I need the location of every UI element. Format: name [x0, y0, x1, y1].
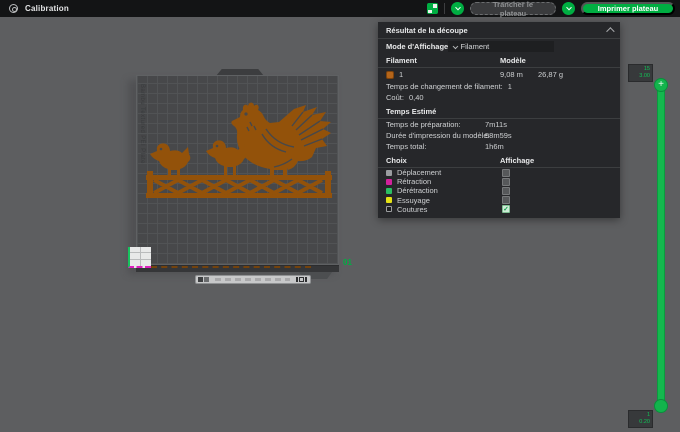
slice-plate-button[interactable]: Trancher le plateau: [470, 2, 556, 15]
prep-time-label: Temps de préparation:: [386, 120, 461, 129]
choice-label: Rétraction: [397, 177, 431, 186]
chevron-down-icon: [453, 43, 458, 48]
filament-weight: 26,87 g: [538, 70, 563, 79]
panel-title: Résultat de la découpe: [386, 26, 468, 35]
retraction-color-swatch: [386, 179, 392, 185]
move-slider-icon: [204, 277, 209, 282]
top-layer-height: 3.00: [631, 73, 650, 80]
layer-slider-bottom-handle[interactable]: [654, 399, 668, 413]
move-slider[interactable]: [195, 275, 311, 284]
choice-row-coutures: Coutures ✓: [378, 205, 620, 214]
top-layer-number: 15: [631, 66, 650, 73]
choice-label: Coutures: [397, 205, 427, 214]
choice-label: Essuyage: [397, 196, 430, 205]
chevron-down-icon: [566, 4, 572, 10]
display-mode-value: Filament: [461, 42, 490, 51]
filament-id: 1: [399, 70, 403, 79]
seams-color-swatch: [386, 206, 392, 212]
model-column-header: Modèle: [500, 56, 526, 65]
total-time-value: 1h6m: [485, 142, 504, 151]
choice-row-essuyage: Essuyage: [378, 196, 620, 205]
move-slider-glyph-icon: [305, 277, 307, 282]
model-print-time-value: 58m59s: [485, 131, 512, 140]
choices-column-header: Choix: [386, 156, 407, 165]
cost-label: Coût:: [386, 93, 404, 102]
deretraction-color-swatch: [386, 188, 392, 194]
total-time-label: Temps total:: [386, 142, 426, 151]
tab-calibration[interactable]: Calibration: [0, 4, 69, 13]
print-plate-button[interactable]: Imprimer plateau: [581, 2, 675, 15]
model-hen-family[interactable]: [146, 100, 332, 200]
plate-number-label: 01: [343, 258, 352, 267]
print-options-dropdown[interactable]: [562, 2, 575, 15]
page-title: Calibration: [25, 4, 69, 13]
display-column-header: Affichage: [500, 156, 534, 165]
slice-result-panel: Résultat de la découpe Mode d'Affichage …: [378, 22, 620, 218]
move-slider-box-icon: [299, 277, 304, 282]
prime-tower: [128, 247, 151, 268]
move-slider-text: [215, 278, 290, 281]
slice-options-dropdown[interactable]: [451, 2, 464, 15]
collapse-panel-icon[interactable]: [606, 27, 614, 35]
bottom-layer-height: 0.20: [631, 419, 650, 426]
time-row: Temps de préparation: 7m11s: [378, 119, 620, 130]
wipe-checkbox[interactable]: [502, 196, 510, 204]
purge-line: [151, 266, 311, 268]
bottom-layer-number: 1: [631, 412, 650, 419]
move-slider-glyph-icon: [296, 277, 298, 282]
calibration-icon: [9, 4, 18, 13]
toolbar-divider: [444, 3, 445, 14]
filament-changes-value: 1: [508, 82, 512, 91]
time-row: Temps total: 1h6m: [378, 141, 620, 152]
deretraction-checkbox[interactable]: [502, 187, 510, 195]
choice-label: Déplacement: [397, 168, 441, 177]
layer-slider-track[interactable]: [657, 85, 665, 407]
layer-slider-bottom-label: 1 0.20: [628, 410, 653, 428]
move-slider-grid-icon: [198, 277, 203, 282]
plate-selector-icon[interactable]: [427, 3, 438, 14]
choice-row-retraction: Rétraction: [378, 177, 620, 186]
seams-checkbox[interactable]: ✓: [502, 205, 510, 213]
plate-surface-label: Bambu Textured PEI Plate: [139, 84, 145, 164]
travel-checkbox[interactable]: [502, 169, 510, 177]
filament-color-swatch: [386, 71, 394, 79]
display-mode-label: Mode d'Affichage: [386, 42, 448, 51]
travel-color-swatch: [386, 170, 392, 176]
layer-slider-top-label: 15 3.00: [628, 64, 653, 82]
top-bar: Calibration Trancher le plateau Imprimer…: [0, 0, 680, 17]
model-print-time-label: Durée d'impression du modèle:: [386, 131, 490, 140]
choice-row-deretraction: Dérétraction: [378, 186, 620, 195]
time-row: Durée d'impression du modèle: 58m59s: [378, 130, 620, 141]
filament-row: 1 9,08 m 26,87 g: [378, 68, 620, 81]
wipe-color-swatch: [386, 197, 392, 203]
time-section-title: Temps Estimé: [386, 107, 436, 116]
choice-label: Dérétraction: [397, 186, 438, 195]
retraction-checkbox[interactable]: [502, 178, 510, 186]
cost-value: 0,40: [409, 93, 424, 102]
choice-row-deplacement: Déplacement: [378, 168, 620, 177]
chevron-down-icon: [455, 4, 461, 10]
layer-slider-top-handle[interactable]: +: [654, 78, 668, 92]
filament-column-header: Filament: [386, 56, 417, 65]
display-mode-dropdown[interactable]: Filament: [448, 41, 554, 52]
filament-length: 9,08 m: [500, 70, 523, 79]
prep-time-value: 7m11s: [485, 120, 507, 129]
filament-changes-label: Temps de changement de filament:: [386, 82, 503, 91]
